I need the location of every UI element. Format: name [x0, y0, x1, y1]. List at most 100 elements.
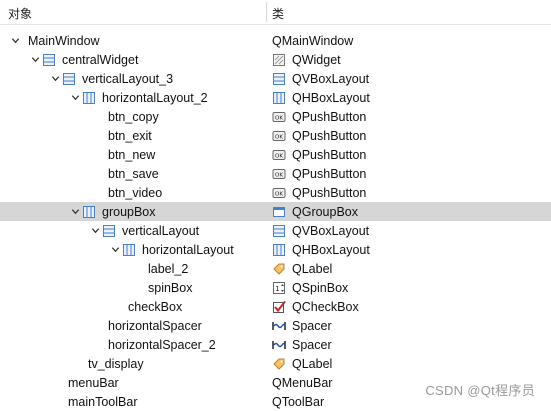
class-name: Spacer: [292, 337, 332, 352]
object-name: verticalLayout: [122, 223, 200, 238]
tree-row[interactable]: verticalLayout QVBoxLayout: [0, 221, 551, 240]
pushbutton-icon: OK: [272, 110, 286, 124]
tree-row[interactable]: tv_display QLabel: [0, 354, 551, 373]
tree-row[interactable]: btn_video OK QPushButton: [0, 183, 551, 202]
object-name: btn_copy: [108, 109, 159, 124]
watermark: CSDN @Qt程序员: [425, 383, 535, 398]
vlayout-icon: [102, 224, 116, 238]
label-icon: [272, 262, 286, 276]
vlayout-icon: [272, 72, 286, 86]
expand-arrow-icon[interactable]: [8, 31, 22, 50]
hlayout-icon: [82, 205, 96, 219]
vlayout-icon: [42, 53, 56, 67]
tree-row[interactable]: centralWidget QWidget: [0, 50, 551, 69]
widget-icon: [272, 53, 286, 67]
object-name: horizontalSpacer_2: [108, 337, 216, 352]
svg-text:OK: OK: [275, 115, 283, 121]
tree-row[interactable]: horizontalSpacer_2 Spacer: [0, 335, 551, 354]
object-name: btn_video: [108, 185, 163, 200]
object-name: checkBox: [128, 299, 183, 314]
svg-text:OK: OK: [275, 134, 283, 140]
expand-arrow-icon[interactable]: [48, 69, 62, 88]
class-name: QHBoxLayout: [292, 242, 370, 257]
tree-row[interactable]: spinBox 1 QSpinBox: [0, 278, 551, 297]
class-name: QLabel: [292, 356, 333, 371]
tree-row[interactable]: checkBox QCheckBox: [0, 297, 551, 316]
class-name: QPushButton: [292, 147, 367, 162]
object-name: btn_save: [108, 166, 159, 181]
hlayout-icon: [272, 91, 286, 105]
tree-header: 对象 类: [0, 0, 551, 25]
object-name: MainWindow: [28, 33, 100, 48]
class-name: QMenuBar: [272, 375, 333, 390]
class-name: QToolBar: [272, 394, 325, 409]
class-name: QPushButton: [292, 185, 367, 200]
object-name: mainToolBar: [68, 394, 138, 409]
expand-arrow-icon[interactable]: [28, 50, 42, 69]
class-name: QLabel: [292, 261, 333, 276]
svg-text:OK: OK: [275, 191, 283, 197]
column-separator[interactable]: [266, 2, 267, 22]
class-name: QPushButton: [292, 128, 367, 143]
class-name: QPushButton: [292, 109, 367, 124]
vlayout-icon: [272, 224, 286, 238]
class-name: QWidget: [292, 52, 341, 67]
object-name: menuBar: [68, 375, 119, 390]
tree-row[interactable]: horizontalLayout_2 QHBoxLayout: [0, 88, 551, 107]
tree-row[interactable]: groupBox QGroupBox: [0, 202, 551, 221]
hlayout-icon: [272, 243, 286, 257]
svg-text:OK: OK: [275, 153, 283, 159]
expand-arrow-icon[interactable]: [68, 202, 82, 221]
expand-arrow-icon[interactable]: [88, 221, 102, 240]
tree-row[interactable]: btn_exit OK QPushButton: [0, 126, 551, 145]
object-column-header[interactable]: 对象: [8, 5, 32, 22]
class-name: QGroupBox: [292, 204, 359, 219]
class-name: Spacer: [292, 318, 332, 333]
hlayout-icon: [82, 91, 96, 105]
tree-row[interactable]: label_2 QLabel: [0, 259, 551, 278]
svg-text:OK: OK: [275, 172, 283, 178]
object-name: horizontalSpacer: [108, 318, 202, 333]
label-icon: [272, 357, 286, 371]
tree-row[interactable]: verticalLayout_3 QVBoxLayout: [0, 69, 551, 88]
checkbox-icon: [272, 300, 286, 314]
tree-row[interactable]: MainWindow QMainWindow: [0, 31, 551, 50]
object-name: spinBox: [148, 280, 193, 295]
class-name: QCheckBox: [292, 299, 359, 314]
class-column-header[interactable]: 类: [272, 5, 284, 22]
object-name: horizontalLayout: [142, 242, 234, 257]
tree-row[interactable]: btn_new OK QPushButton: [0, 145, 551, 164]
tree-row[interactable]: btn_copy OK QPushButton: [0, 107, 551, 126]
object-name: horizontalLayout_2: [102, 90, 208, 105]
class-name: QHBoxLayout: [292, 90, 370, 105]
tree-row[interactable]: btn_save OK QPushButton: [0, 164, 551, 183]
hlayout-icon: [122, 243, 136, 257]
pushbutton-icon: OK: [272, 186, 286, 200]
object-name: tv_display: [88, 356, 144, 371]
object-name: btn_exit: [108, 128, 152, 143]
object-name: groupBox: [102, 204, 156, 219]
class-name: QVBoxLayout: [292, 71, 370, 86]
object-name: verticalLayout_3: [82, 71, 174, 86]
pushbutton-icon: OK: [272, 167, 286, 181]
expand-arrow-icon[interactable]: [108, 240, 122, 259]
tree-row[interactable]: horizontalLayout QHBoxLayout: [0, 240, 551, 259]
tree-row[interactable]: horizontalSpacer Spacer: [0, 316, 551, 335]
class-name: QPushButton: [292, 166, 367, 181]
object-name: btn_new: [108, 147, 156, 162]
expand-arrow-icon[interactable]: [68, 88, 82, 107]
pushbutton-icon: OK: [272, 129, 286, 143]
